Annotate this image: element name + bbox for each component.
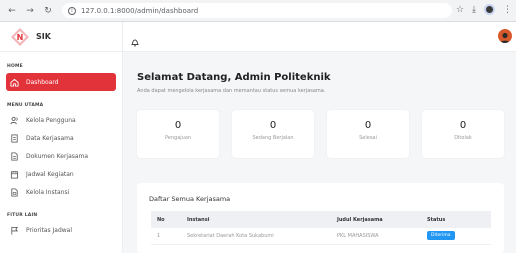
logo-icon: N <box>10 27 30 47</box>
column-header: Judul Kerjasama <box>331 211 421 228</box>
sidebar: N SIK HOME Dashboard MENU UTAMA Kelola P… <box>0 22 123 253</box>
flag-icon <box>10 226 19 235</box>
site-info-icon[interactable]: i <box>68 6 76 15</box>
bookmark-star-icon[interactable]: ☆ <box>456 5 464 15</box>
stat-card-sedang-berjalan: 0 Sedang Berjalan <box>232 110 314 158</box>
page-subtitle: Anda dapat mengelola kerjasama dan meman… <box>137 88 326 94</box>
main-content: Selamat Datang, Admin Politeknik Anda da… <box>123 52 516 253</box>
document-icon <box>10 133 19 143</box>
sidebar-item-prioritas-jadwal[interactable]: Prioritas Jadwal <box>6 221 116 239</box>
cell-no: 1 <box>151 228 181 245</box>
avatar[interactable] <box>498 29 512 43</box>
calendar-icon <box>10 170 19 179</box>
file-icon <box>10 151 19 161</box>
sidebar-item-label: Dashboard <box>26 78 59 86</box>
kerjasama-table: No Instansi Judul Kerjasama Status 1 Sek… <box>151 211 491 245</box>
stat-value: 0 <box>364 120 372 131</box>
stat-label: Selesai <box>359 135 377 141</box>
address-bar[interactable]: i 127.0.0.1:8000/admin/dashboard <box>62 3 452 18</box>
stat-card-selesai: 0 Selesai <box>327 110 409 158</box>
stat-label: Ditolak <box>454 135 472 141</box>
cell-status: Diterima <box>421 228 491 245</box>
top-navbar <box>123 22 516 52</box>
brand[interactable]: N SIK <box>0 22 122 52</box>
stat-card-pengajuan: 0 Pengajuan <box>137 110 219 158</box>
sidebar-item-label: Data Kerjasama <box>26 134 74 142</box>
table-title: Daftar Semua Kerjasama <box>149 195 231 203</box>
building-icon <box>10 187 19 197</box>
sidebar-item-label: Prioritas Jadwal <box>26 226 73 234</box>
page-title: Selamat Datang, Admin Politeknik <box>137 72 331 83</box>
table-row[interactable]: 1 Sekretariat Daerah Kota Sukabumi PKL M… <box>151 228 491 245</box>
stat-label: Pengajuan <box>164 135 192 141</box>
column-header: Instansi <box>181 211 331 228</box>
stat-label: Sedang Berjalan <box>252 135 294 141</box>
url-text: 127.0.0.1:8000/admin/dashboard <box>81 6 199 15</box>
sidebar-item-jadwal-kegiatan[interactable]: Jadwal Kegiatan <box>6 165 116 183</box>
status-badge: Diterima <box>427 231 455 241</box>
sidebar-item-label: Kelola Pengguna <box>26 116 76 124</box>
kerjasama-table-card: Daftar Semua Kerjasama No Instansi Judul… <box>137 183 504 253</box>
sidebar-item-label: Jadwal Kegiatan <box>26 170 74 178</box>
sidebar-item-label: Dokumen Kerjasama <box>26 152 89 160</box>
svg-text:N: N <box>17 33 24 42</box>
profile-icon[interactable] <box>484 4 495 15</box>
sidebar-item-dashboard[interactable]: Dashboard <box>6 73 116 91</box>
users-icon <box>10 116 19 125</box>
column-header: No <box>151 211 181 228</box>
home-icon <box>10 78 19 87</box>
stat-card-ditolak: 0 Ditolak <box>422 110 504 158</box>
stat-value: 0 <box>269 120 277 131</box>
stat-value: 0 <box>174 120 182 131</box>
sidebar-item-dokumen-kerjasama[interactable]: Dokumen Kerjasama <box>6 147 116 165</box>
forward-arrow-icon[interactable]: → <box>24 5 36 17</box>
sidebar-item-kelola-pengguna[interactable]: Kelola Pengguna <box>6 111 116 129</box>
back-arrow-icon[interactable]: ← <box>6 5 18 17</box>
bell-icon[interactable] <box>131 32 139 47</box>
stat-value: 0 <box>459 120 467 131</box>
column-header: Status <box>421 211 491 228</box>
download-icon[interactable]: ⤓ <box>472 5 476 15</box>
sidebar-item-label: Kelola Instansi <box>26 188 70 196</box>
brand-name: SIK <box>36 32 51 41</box>
reload-icon[interactable]: ↻ <box>42 5 54 17</box>
sidebar-item-kelola-instansi[interactable]: Kelola Instansi <box>6 183 116 201</box>
sidebar-item-data-kerjasama[interactable]: Data Kerjasama <box>6 129 116 147</box>
table-header-row: No Instansi Judul Kerjasama Status <box>151 211 491 228</box>
browser-toolbar: ← → ↻ i 127.0.0.1:8000/admin/dashboard ☆… <box>0 0 516 22</box>
cell-instansi: Sekretariat Daerah Kota Sukabumi <box>181 228 331 245</box>
more-menu-icon[interactable]: ⋮ <box>503 5 512 15</box>
cell-judul: PKL MAHASISWA <box>331 228 421 245</box>
